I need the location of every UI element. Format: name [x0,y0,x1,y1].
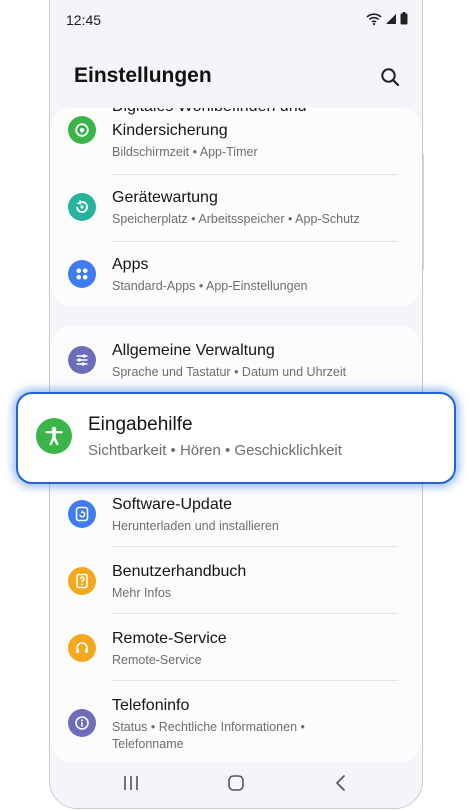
search-button[interactable] [375,64,405,94]
search-icon [380,67,400,92]
list-item-subtitle: Speicherplatz • Arbeitsspeicher • App-Sc… [112,212,360,226]
list-item-remote-service[interactable]: Remote-Service Remote-Service [50,614,422,680]
list-item-title: Remote-Service [112,630,227,647]
list-item-title-line2: Kindersicherung [112,122,228,139]
list-item-title: Eingabehilfe [88,414,193,435]
list-item-subtitle: Mehr Infos [112,586,172,600]
software-update-icon [68,500,96,528]
navigation-bar [50,762,422,808]
general-management-icon [68,346,96,374]
settings-card-1: Digitales Wohlbefinden und Kindersicheru… [50,108,422,306]
list-item-subtitle-line2: Telefonname [112,737,184,751]
status-icons [366,12,408,30]
home-icon [227,774,245,797]
remote-service-icon [68,634,96,662]
list-item-title: Apps [112,256,149,273]
user-manual-icon [68,567,96,595]
accessibility-icon [36,418,72,454]
list-item-subtitle: Remote-Service [112,653,202,667]
apps-icon [68,260,96,288]
list-item-general-management[interactable]: Allgemeine Verwaltung Sprache und Tastat… [50,326,422,392]
page-title: Einstellungen [74,64,212,87]
list-item-title: Benutzerhandbuch [112,563,247,580]
phone-info-icon [68,709,96,737]
list-item-accessibility-highlighted[interactable]: Eingabehilfe Sichtbarkeit • Hören • Gesc… [16,392,456,484]
list-item-subtitle: Status • Rechtliche Informationen • [112,720,305,734]
list-item-title: Allgemeine Verwaltung [112,342,275,359]
list-item-device-care[interactable]: Gerätewartung Speicherplatz • Arbeitsspe… [50,175,422,241]
list-item-subtitle: Herunterladen und installieren [112,519,279,533]
back-button[interactable] [327,772,353,798]
recents-button[interactable] [118,772,144,798]
list-item-subtitle: Sichtbarkeit • Hören • Geschicklichkeit [88,442,342,459]
signal-icon [385,12,397,30]
list-item-title: Telefoninfo [112,697,190,714]
battery-icon [400,12,408,30]
home-button[interactable] [223,772,249,798]
list-item-subtitle: Bildschirmzeit • App-Timer [112,145,258,159]
status-bar: 12:45 [50,0,422,40]
list-item-subtitle: Standard-Apps • App-Einstellungen [112,279,308,293]
list-item-digital-wellbeing[interactable]: Digitales Wohlbefinden und Kindersicheru… [50,108,422,174]
recents-icon [122,775,140,796]
status-time: 12:45 [66,12,102,28]
digital-wellbeing-icon [68,116,96,144]
back-icon [333,774,347,797]
list-item-user-manual[interactable]: Benutzerhandbuch Mehr Infos [50,547,422,613]
list-item-subtitle: Sprache und Tastatur • Datum und Uhrzeit [112,365,347,379]
list-item-phone-info[interactable]: Telefoninfo Status • Rechtliche Informat… [50,681,422,762]
list-item-title: Digitales Wohlbefinden und [112,108,307,116]
list-item-title: Gerätewartung [112,189,218,206]
device-care-icon [68,193,96,221]
wifi-icon [366,12,382,30]
list-item-apps[interactable]: Apps Standard-Apps • App-Einstellungen [50,242,422,306]
list-item-title: Software-Update [112,496,233,513]
list-item-software-update[interactable]: Software-Update Herunterladen und instal… [50,480,422,546]
